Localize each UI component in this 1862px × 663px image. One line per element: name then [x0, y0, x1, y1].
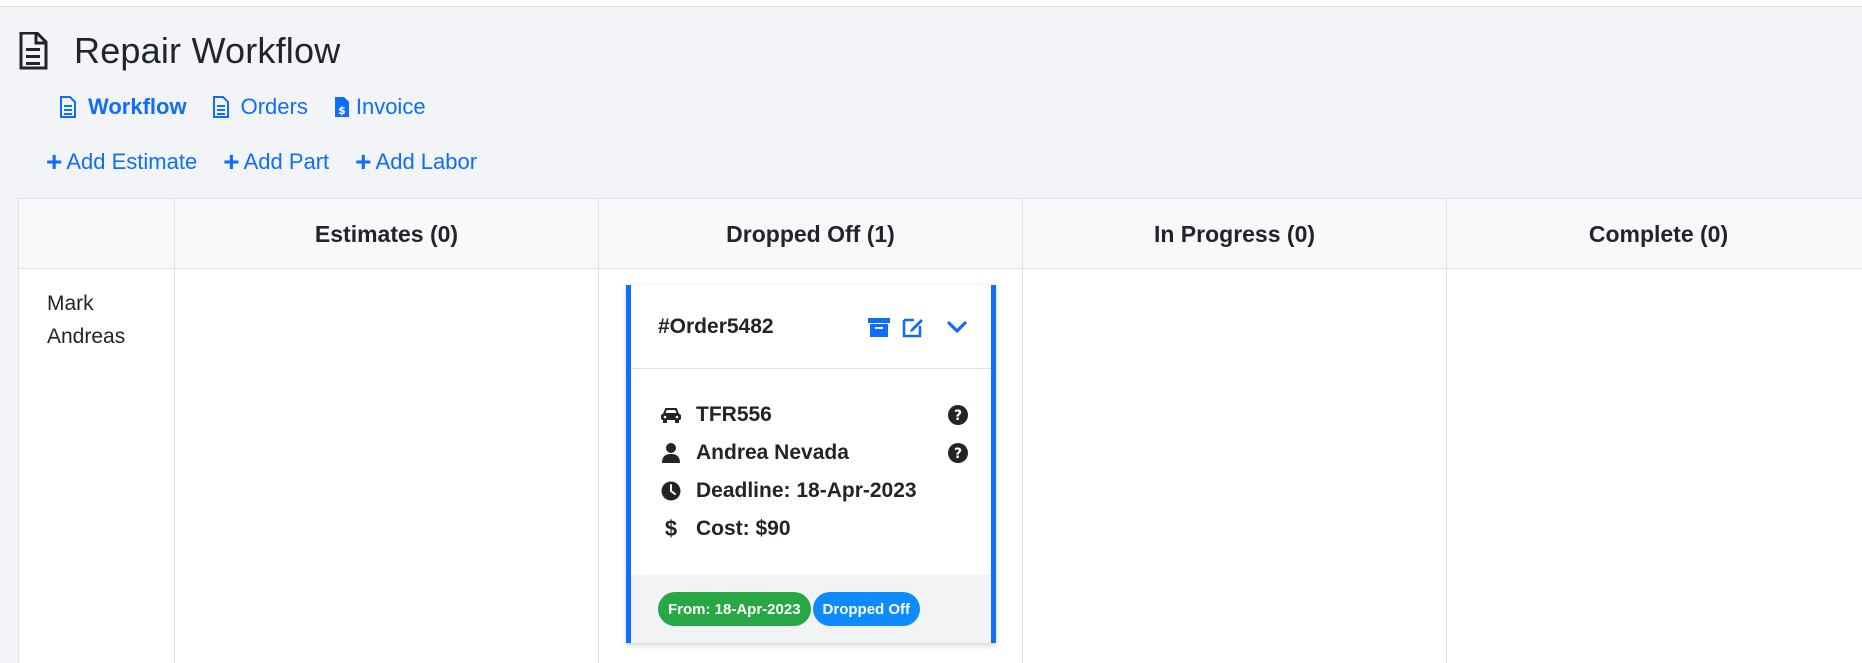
svg-text:$: $ [338, 104, 346, 117]
document-icon [19, 32, 48, 70]
add-estimate-button[interactable]: + Add Estimate [46, 148, 197, 176]
tab-label: Orders [240, 94, 308, 119]
car-icon [658, 404, 684, 426]
action-label: Add Estimate [66, 149, 198, 174]
tab-label: Invoice [355, 94, 426, 119]
chevron-down-icon[interactable] [945, 315, 969, 339]
column-header-complete: Complete (0) [1446, 199, 1862, 269]
add-labor-button[interactable]: + Add Labor [355, 148, 477, 176]
svg-text:?: ? [954, 446, 962, 462]
vehicle-row: TFR556 ? [658, 396, 969, 434]
action-label: Add Part [243, 149, 330, 174]
tab-bar: Workflow Orders $ Invoice [60, 94, 452, 120]
question-circle-icon[interactable]: ? [947, 404, 969, 426]
tab-label: Workflow [88, 94, 187, 119]
customer-name: Andrea Nevada [696, 441, 849, 464]
vehicle-plate: TFR556 [696, 403, 772, 426]
add-part-button[interactable]: + Add Part [223, 148, 329, 176]
top-bar [0, 0, 1862, 7]
deadline-text: Deadline: 18-Apr-2023 [696, 479, 917, 502]
column-divider [1022, 269, 1023, 663]
plus-icon: + [223, 146, 240, 177]
tab-workflow[interactable]: Workflow [60, 94, 187, 120]
column-header-dropped-off: Dropped Off (1) [598, 199, 1022, 269]
tab-orders[interactable]: Orders [212, 94, 308, 120]
dollar-icon: $ [664, 516, 678, 541]
status-badge: Dropped Off [812, 592, 921, 626]
order-card[interactable]: #Order5482 TFR556 ? Andrea Nevada ? Dead… [626, 285, 996, 643]
workflow-board: Estimates (0) Dropped Off (1) In Progres… [18, 198, 1862, 663]
card-footer: From: 18-Apr-2023 Dropped Off [631, 575, 991, 643]
column-divider [1446, 269, 1447, 663]
row-label-technician: Mark Andreas [47, 292, 126, 348]
column-header-in-progress: In Progress (0) [1022, 199, 1446, 269]
action-label: Add Labor [375, 149, 478, 174]
clock-icon [658, 480, 684, 502]
archive-icon[interactable] [867, 315, 891, 339]
svg-text:?: ? [954, 408, 962, 424]
card-header: #Order5482 [631, 285, 991, 369]
cost-text: Cost: $90 [696, 517, 791, 540]
plus-icon: + [46, 146, 63, 177]
edit-icon[interactable] [901, 315, 925, 339]
tab-invoice[interactable]: $ Invoice [334, 94, 426, 120]
board-header-row: Estimates (0) Dropped Off (1) In Progres… [19, 199, 1862, 269]
document-icon [60, 96, 76, 118]
action-bar: + Add Estimate + Add Part + Add Labor [46, 148, 503, 176]
column-header-estimates: Estimates (0) [174, 199, 598, 269]
user-icon [658, 442, 684, 464]
page-header: Repair Workflow [18, 30, 340, 72]
invoice-dollar-icon: $ [334, 97, 349, 117]
question-circle-icon[interactable]: ? [947, 442, 969, 464]
from-date-badge: From: 18-Apr-2023 [658, 592, 811, 626]
deadline-row: Deadline: 18-Apr-2023 [658, 472, 969, 510]
customer-row: Andrea Nevada ? [658, 434, 969, 472]
order-number: #Order5482 [658, 314, 774, 338]
column-divider [174, 269, 175, 663]
card-body: TFR556 ? Andrea Nevada ? Deadline: 18-Ap… [631, 369, 991, 574]
page-title: Repair Workflow [74, 30, 341, 71]
column-divider [598, 269, 599, 663]
plus-icon: + [355, 146, 372, 177]
file-list-icon [212, 96, 229, 118]
cost-row: $ Cost: $90 [658, 510, 969, 548]
